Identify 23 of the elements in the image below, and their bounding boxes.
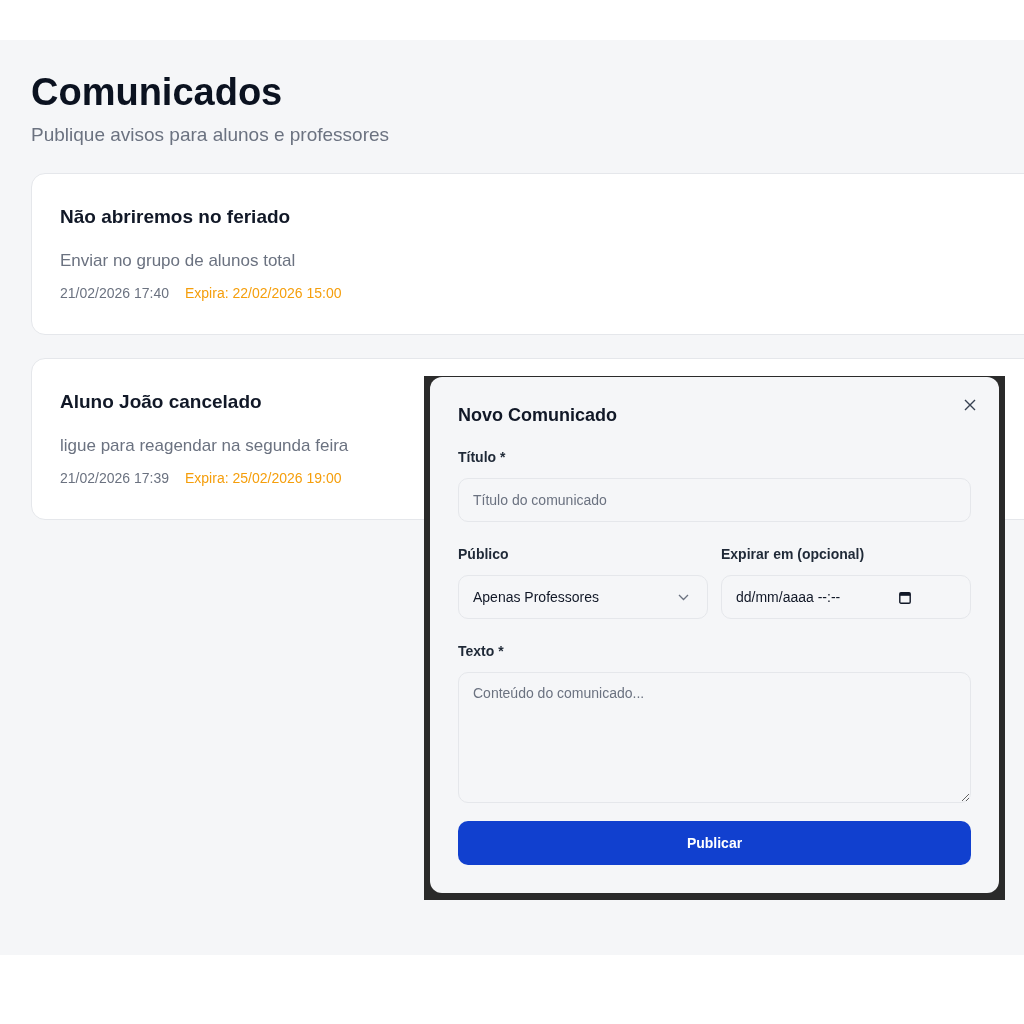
field-label: Texto * bbox=[458, 642, 504, 661]
page-title: Comunicados bbox=[31, 70, 283, 115]
announcement-text: Enviar no grupo de alunos total bbox=[60, 250, 296, 272]
calendar-icon[interactable] bbox=[899, 590, 911, 604]
page-subtitle: Publique avisos para alunos e professores bbox=[31, 123, 390, 147]
announcement-text: ligue para reagendar na segunda feira bbox=[60, 435, 349, 457]
announcement-date: 21/02/2026 17:40 bbox=[60, 284, 169, 302]
title-input[interactable]: Título do comunicado bbox=[458, 478, 971, 522]
modal-title: Novo Comunicado bbox=[458, 404, 617, 427]
announcement-title: Não abriremos no feriado bbox=[60, 205, 291, 229]
announcement-date: 21/02/2026 17:39 bbox=[60, 469, 169, 487]
publish-button[interactable]: Publicar bbox=[458, 821, 971, 865]
close-icon[interactable] bbox=[964, 399, 976, 411]
datetime-input[interactable]: dd/mm/aaaa --:-- bbox=[721, 575, 971, 619]
field-label: Expirar em (opcional) bbox=[721, 545, 865, 564]
expiry-date: Expira: 25/02/2026 19:00 bbox=[185, 469, 342, 487]
field-label: Título * bbox=[458, 448, 506, 467]
chevron-down-icon bbox=[678, 593, 689, 601]
field-label: Público bbox=[458, 545, 509, 564]
audience-select[interactable]: Apenas Professores bbox=[458, 575, 708, 619]
text-area[interactable]: Conteúdo do comunicado... bbox=[458, 672, 971, 803]
expiry-date: Expira: 22/02/2026 15:00 bbox=[185, 284, 342, 302]
announcement-title: Aluno João cancelado bbox=[60, 390, 262, 414]
